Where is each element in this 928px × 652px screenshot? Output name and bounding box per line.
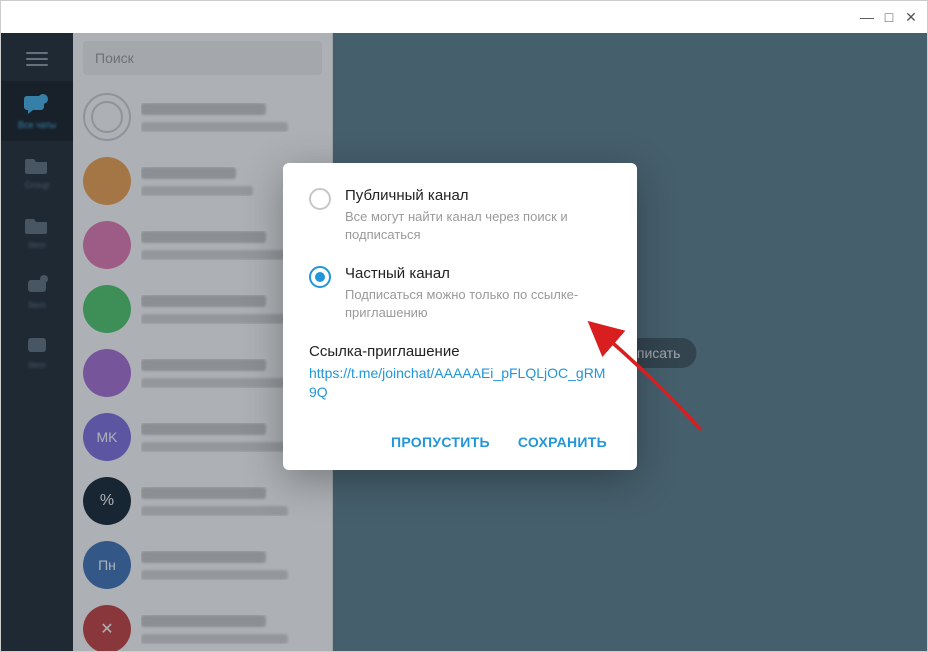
channel-type-modal: Публичный канал Все могут найти канал че… (283, 163, 637, 470)
window-minimize-button[interactable]: — (859, 9, 875, 25)
option-private-title: Частный канал (345, 265, 611, 282)
option-private-channel[interactable]: Частный канал Подписаться можно только п… (309, 265, 611, 321)
invite-link-block: Ссылка-приглашение https://t.me/joinchat… (309, 343, 611, 402)
option-public-desc: Все могут найти канал через поиск и подп… (345, 208, 611, 243)
window-close-button[interactable]: ✕ (903, 9, 919, 25)
window-maximize-button[interactable]: □ (881, 9, 897, 25)
titlebar: — □ ✕ (1, 1, 927, 33)
option-private-body: Частный канал Подписаться можно только п… (345, 265, 611, 321)
save-button[interactable]: СОХРАНИТЬ (518, 434, 607, 450)
invite-link-value[interactable]: https://t.me/joinchat/AAAAAEi_pFLQLjOC_g… (309, 364, 611, 402)
option-public-body: Публичный канал Все могут найти канал че… (345, 187, 611, 243)
option-public-channel[interactable]: Публичный канал Все могут найти канал че… (309, 187, 611, 243)
modal-actions: ПРОПУСТИТЬ СОХРАНИТЬ (309, 426, 611, 456)
invite-link-title: Ссылка-приглашение (309, 343, 611, 360)
skip-button[interactable]: ПРОПУСТИТЬ (391, 434, 490, 450)
radio-public[interactable] (309, 188, 331, 210)
app-window: — □ ✕ Все чаты Group (0, 0, 928, 652)
option-private-desc: Подписаться можно только по ссылке-пригл… (345, 286, 611, 321)
radio-private[interactable] (309, 266, 331, 288)
option-public-title: Публичный канал (345, 187, 611, 204)
